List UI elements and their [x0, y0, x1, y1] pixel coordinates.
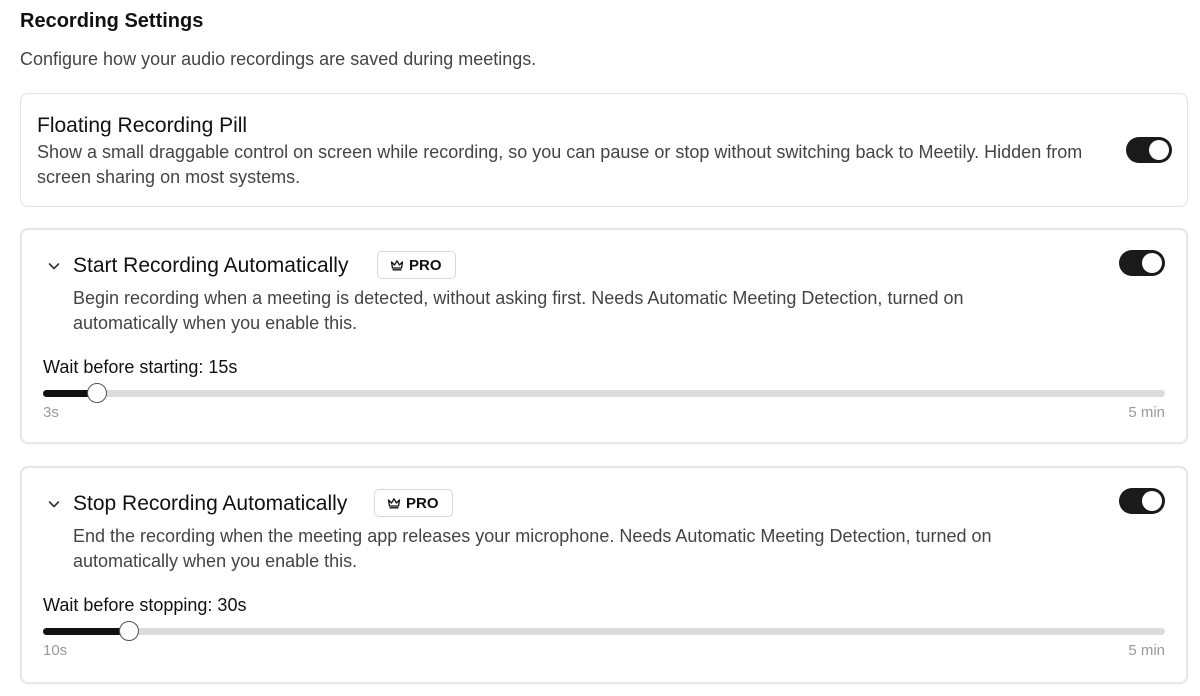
start-recording-chevron-down-icon[interactable]	[46, 258, 62, 274]
page-subtitle: Configure how your audio recordings are …	[20, 49, 537, 69]
stop-wait-min-label: 10s	[43, 642, 68, 659]
stop-wait-label: Wait before stopping: 30s	[43, 595, 247, 615]
start-recording-title: Start Recording Automatically	[73, 254, 349, 277]
stop-recording-title: Stop Recording Automatically	[73, 492, 348, 515]
stop-recording-description: End the recording when the meeting app r…	[73, 526, 992, 571]
stop-recording-toggle[interactable]	[1119, 488, 1165, 514]
toggle-knob	[1142, 253, 1162, 273]
start-recording-pro-badge: PRO	[377, 251, 456, 279]
crown-icon	[390, 260, 404, 271]
stop-wait-slider[interactable]	[43, 621, 1165, 641]
stop-recording-pro-badge: PRO	[374, 489, 453, 517]
toggle-knob	[1142, 491, 1162, 511]
toggle-knob	[1149, 140, 1169, 160]
start-wait-label: Wait before starting: 15s	[43, 357, 238, 377]
floating-pill-description: Show a small draggable control on screen…	[37, 142, 1083, 187]
stop-recording-chevron-down-icon[interactable]	[46, 496, 62, 512]
page-title: Recording Settings	[20, 10, 204, 32]
stop-wait-max-label: 5 min	[1128, 642, 1165, 659]
recording-settings-page: Recording Settings Configure how your au…	[0, 0, 1200, 696]
floating-pill-toggle[interactable]	[1126, 137, 1172, 163]
start-recording-toggle[interactable]	[1119, 250, 1165, 276]
start-wait-min-label: 3s	[43, 404, 59, 421]
stop-recording-card: Stop Recording Automatically PRO End the…	[20, 466, 1188, 684]
pro-badge-label: PRO	[409, 256, 442, 274]
start-wait-slider[interactable]	[43, 383, 1165, 403]
start-wait-max-label: 5 min	[1128, 404, 1165, 421]
floating-pill-card: Floating Recording Pill Show a small dra…	[20, 93, 1188, 207]
slider-fill	[43, 628, 130, 635]
crown-icon	[387, 498, 401, 509]
start-recording-description: Begin recording when a meeting is detect…	[73, 288, 964, 333]
slider-thumb[interactable]	[119, 621, 140, 641]
start-recording-card: Start Recording Automatically PRO Begin …	[20, 228, 1188, 444]
slider-thumb[interactable]	[86, 383, 107, 403]
pro-badge-label: PRO	[406, 494, 439, 512]
floating-pill-title: Floating Recording Pill	[37, 114, 248, 137]
